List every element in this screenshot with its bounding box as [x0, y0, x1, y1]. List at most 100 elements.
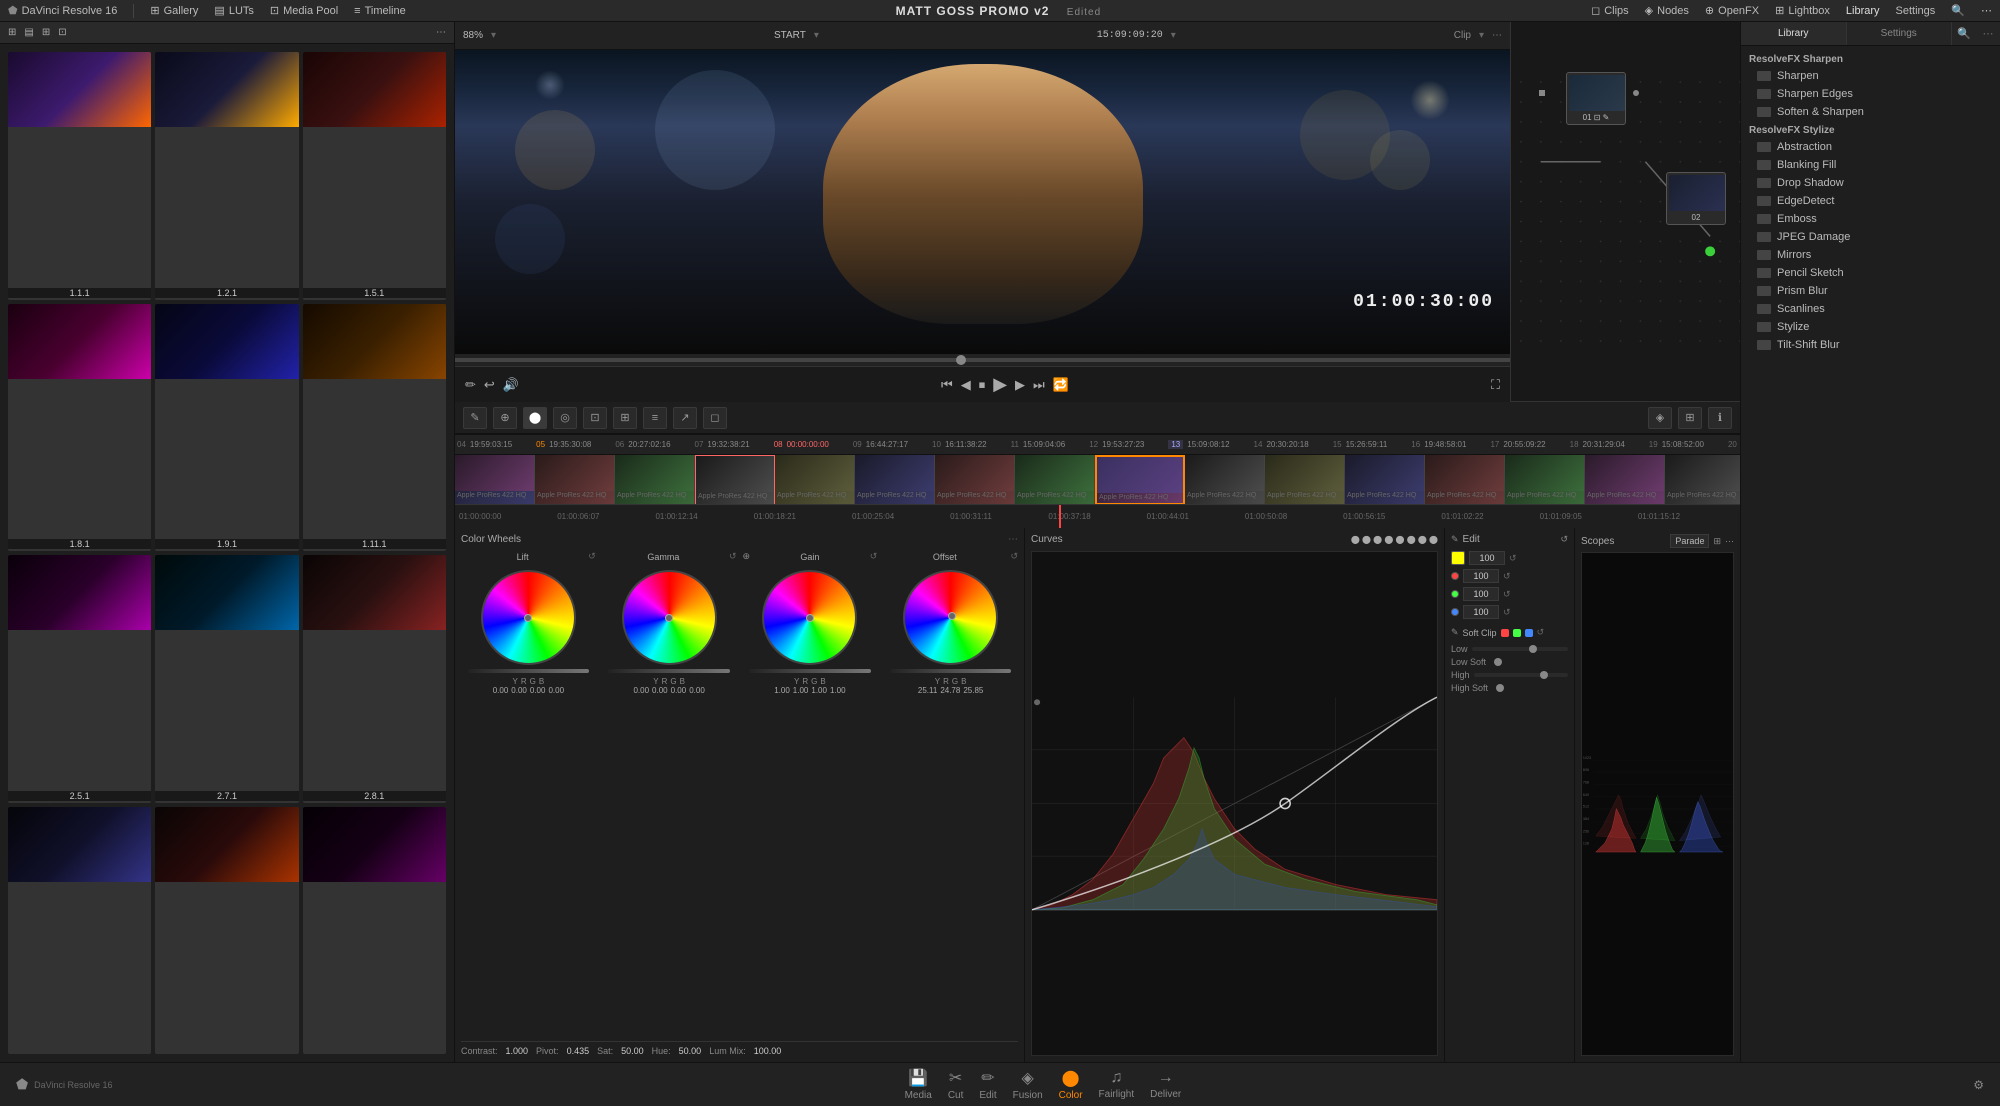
- tool-btn-8[interactable]: ↗: [673, 407, 697, 429]
- nav-media-pool[interactable]: ⊡ Media Pool: [270, 4, 338, 17]
- fx-jpeg-damage[interactable]: JPEG Damage: [1741, 228, 2000, 246]
- nav-luts[interactable]: ▤ LUTs: [214, 4, 253, 17]
- nav-fusion[interactable]: ◈ Fusion: [1013, 1068, 1043, 1101]
- options-tab-btn[interactable]: ⋯: [1976, 22, 2000, 45]
- fx-sharpen[interactable]: Sharpen: [1741, 67, 2000, 85]
- nav-deliver[interactable]: → Deliver: [1150, 1069, 1181, 1100]
- media-clip-5[interactable]: 1.9.1: [155, 304, 298, 552]
- tool-btn-7[interactable]: ≡: [643, 407, 667, 429]
- fullscreen-icon[interactable]: ⛶: [1491, 377, 1500, 393]
- skip-start-icon[interactable]: ⏮: [941, 377, 953, 393]
- gamma-color-wheel[interactable]: [622, 570, 717, 665]
- nav-openfx[interactable]: ⊕ OpenFX: [1705, 4, 1759, 17]
- y-color-btn[interactable]: [1451, 551, 1465, 565]
- media-clip-9[interactable]: 2.8.1: [303, 555, 446, 803]
- timeline-clip-7[interactable]: Apple ProRes 422 HQ: [935, 455, 1015, 504]
- tool-btn-3[interactable]: ⬤: [523, 407, 547, 429]
- stop-icon[interactable]: ⏹: [979, 377, 986, 393]
- scopes-expand-icon[interactable]: ⊞: [1713, 536, 1721, 547]
- fx-pencil-sketch[interactable]: Pencil Sketch: [1741, 264, 2000, 282]
- b-value-input[interactable]: [1463, 605, 1499, 619]
- media-clip-12[interactable]: [303, 807, 446, 1055]
- gain-slider[interactable]: [749, 669, 870, 673]
- tool-btn-right-1[interactable]: ◈: [1648, 407, 1672, 429]
- clip-mode[interactable]: Clip: [1454, 30, 1471, 41]
- gain-color-wheel[interactable]: [762, 570, 857, 665]
- tool-pencil-icon[interactable]: ✏: [465, 377, 476, 393]
- media-clip-8[interactable]: 2.7.1: [155, 555, 298, 803]
- tool-btn-5[interactable]: ⊡: [583, 407, 607, 429]
- nav-timeline[interactable]: ≡ Timeline: [354, 5, 406, 17]
- fx-edge-detect[interactable]: EdgeDetect: [1741, 192, 2000, 210]
- media-clip-10[interactable]: [8, 807, 151, 1055]
- offset-slider[interactable]: [890, 669, 1011, 673]
- fx-blanking-fill[interactable]: Blanking Fill: [1741, 156, 2000, 174]
- timeline-clip-3[interactable]: Apple ProRes 422 HQ: [615, 455, 695, 504]
- tool-btn-9[interactable]: ◻: [703, 407, 727, 429]
- skip-end-icon[interactable]: ⏭: [1033, 377, 1045, 393]
- timeline-clip-15[interactable]: Apple ProRes 422 HQ: [1665, 455, 1740, 504]
- timeline-clip-5[interactable]: Apple ProRes 422 HQ: [775, 455, 855, 504]
- timeline-clip-2[interactable]: Apple ProRes 422 HQ: [535, 455, 615, 504]
- search-icon-btn[interactable]: 🔍: [1951, 4, 1965, 17]
- bottom-settings-icon[interactable]: ⚙: [1973, 1078, 1984, 1092]
- loop-icon[interactable]: 🔁: [1053, 377, 1069, 393]
- play-icon[interactable]: ▶: [993, 374, 1007, 395]
- tool-btn-right-2[interactable]: ⊞: [1678, 407, 1702, 429]
- media-clip-1[interactable]: 1.1.1: [8, 52, 151, 300]
- timeline-clip-14[interactable]: Apple ProRes 422 HQ: [1585, 455, 1665, 504]
- timeline-clip-13[interactable]: Apple ProRes 422 HQ: [1505, 455, 1585, 504]
- node-02[interactable]: 02: [1666, 172, 1726, 225]
- timeline-clip-11[interactable]: Apple ProRes 422 HQ: [1345, 455, 1425, 504]
- timeline-clip-12[interactable]: Apple ProRes 422 HQ: [1425, 455, 1505, 504]
- timeline-clip-9[interactable]: Apple ProRes 422 HQ: [1185, 455, 1265, 504]
- nav-gallery[interactable]: ⊞ Gallery: [150, 4, 198, 17]
- media-clip-6[interactable]: 1.11.1: [303, 304, 446, 552]
- tool-audio-icon[interactable]: 🔊: [503, 377, 519, 393]
- zoom-level[interactable]: 88%: [463, 30, 483, 41]
- fx-drop-shadow[interactable]: Drop Shadow: [1741, 174, 2000, 192]
- g-value-input[interactable]: [1463, 587, 1499, 601]
- tool-btn-1[interactable]: ✎: [463, 407, 487, 429]
- nav-nodes[interactable]: ◈ Nodes: [1645, 4, 1689, 17]
- lift-color-wheel[interactable]: [481, 570, 576, 665]
- media-clip-11[interactable]: [155, 807, 298, 1055]
- lift-slider[interactable]: [468, 669, 589, 673]
- y-value-input[interactable]: [1469, 551, 1505, 565]
- tool-btn-right-3[interactable]: ℹ: [1708, 407, 1732, 429]
- timeline-clip-6[interactable]: Apple ProRes 422 HQ: [855, 455, 935, 504]
- nav-edit[interactable]: ✏ Edit: [979, 1068, 996, 1101]
- fx-prism-blur[interactable]: Prism Blur: [1741, 282, 2000, 300]
- tool-btn-4[interactable]: ◎: [553, 407, 577, 429]
- nav-cut[interactable]: ✂ Cut: [948, 1068, 964, 1101]
- scopes-options-icon[interactable]: ⋯: [1725, 536, 1734, 547]
- tool-btn-6[interactable]: ⊞: [613, 407, 637, 429]
- timeline-clip-1[interactable]: Apple ProRes 422 HQ: [455, 455, 535, 504]
- library-tab[interactable]: Library: [1741, 22, 1847, 45]
- media-clip-3[interactable]: 1.5.1: [303, 52, 446, 300]
- fx-scanlines[interactable]: Scanlines: [1741, 300, 2000, 318]
- offset-color-wheel[interactable]: [903, 570, 998, 665]
- timeline-clip-4[interactable]: Apple ProRes 422 HQ: [695, 455, 775, 504]
- nav-library[interactable]: Library: [1846, 5, 1880, 17]
- nav-lightbox[interactable]: ⊞ Lightbox: [1775, 4, 1830, 17]
- curves-graph[interactable]: [1031, 551, 1438, 1056]
- media-clip-7[interactable]: 2.5.1: [8, 555, 151, 803]
- tool-undo-icon[interactable]: ↩: [484, 377, 495, 393]
- node-01[interactable]: 01 ⊡ ✎: [1566, 72, 1626, 125]
- search-tab-btn[interactable]: 🔍: [1952, 22, 1976, 45]
- fx-abstraction[interactable]: Abstraction: [1741, 138, 2000, 156]
- timeline-clip-8[interactable]: Apple ProRes 422 HQ: [1015, 455, 1095, 504]
- nav-fairlight[interactable]: ♫ Fairlight: [1099, 1069, 1135, 1100]
- r-value-input[interactable]: [1463, 569, 1499, 583]
- preview-scrubber[interactable]: [455, 354, 1510, 366]
- nav-clips[interactable]: ◻ Clips: [1591, 4, 1629, 17]
- nav-color[interactable]: ⬤ Color: [1059, 1068, 1083, 1101]
- media-clip-4[interactable]: 1.8.1: [8, 304, 151, 552]
- prev-frame-icon[interactable]: ◀: [961, 377, 971, 393]
- fx-stylize[interactable]: Stylize: [1741, 318, 2000, 336]
- fx-soften-sharpen[interactable]: Soften & Sharpen: [1741, 103, 2000, 121]
- nav-media[interactable]: 💾 Media: [905, 1068, 932, 1101]
- fx-tilt-shift-blur[interactable]: Tilt-Shift Blur: [1741, 336, 2000, 354]
- settings-tab[interactable]: Settings: [1847, 22, 1953, 45]
